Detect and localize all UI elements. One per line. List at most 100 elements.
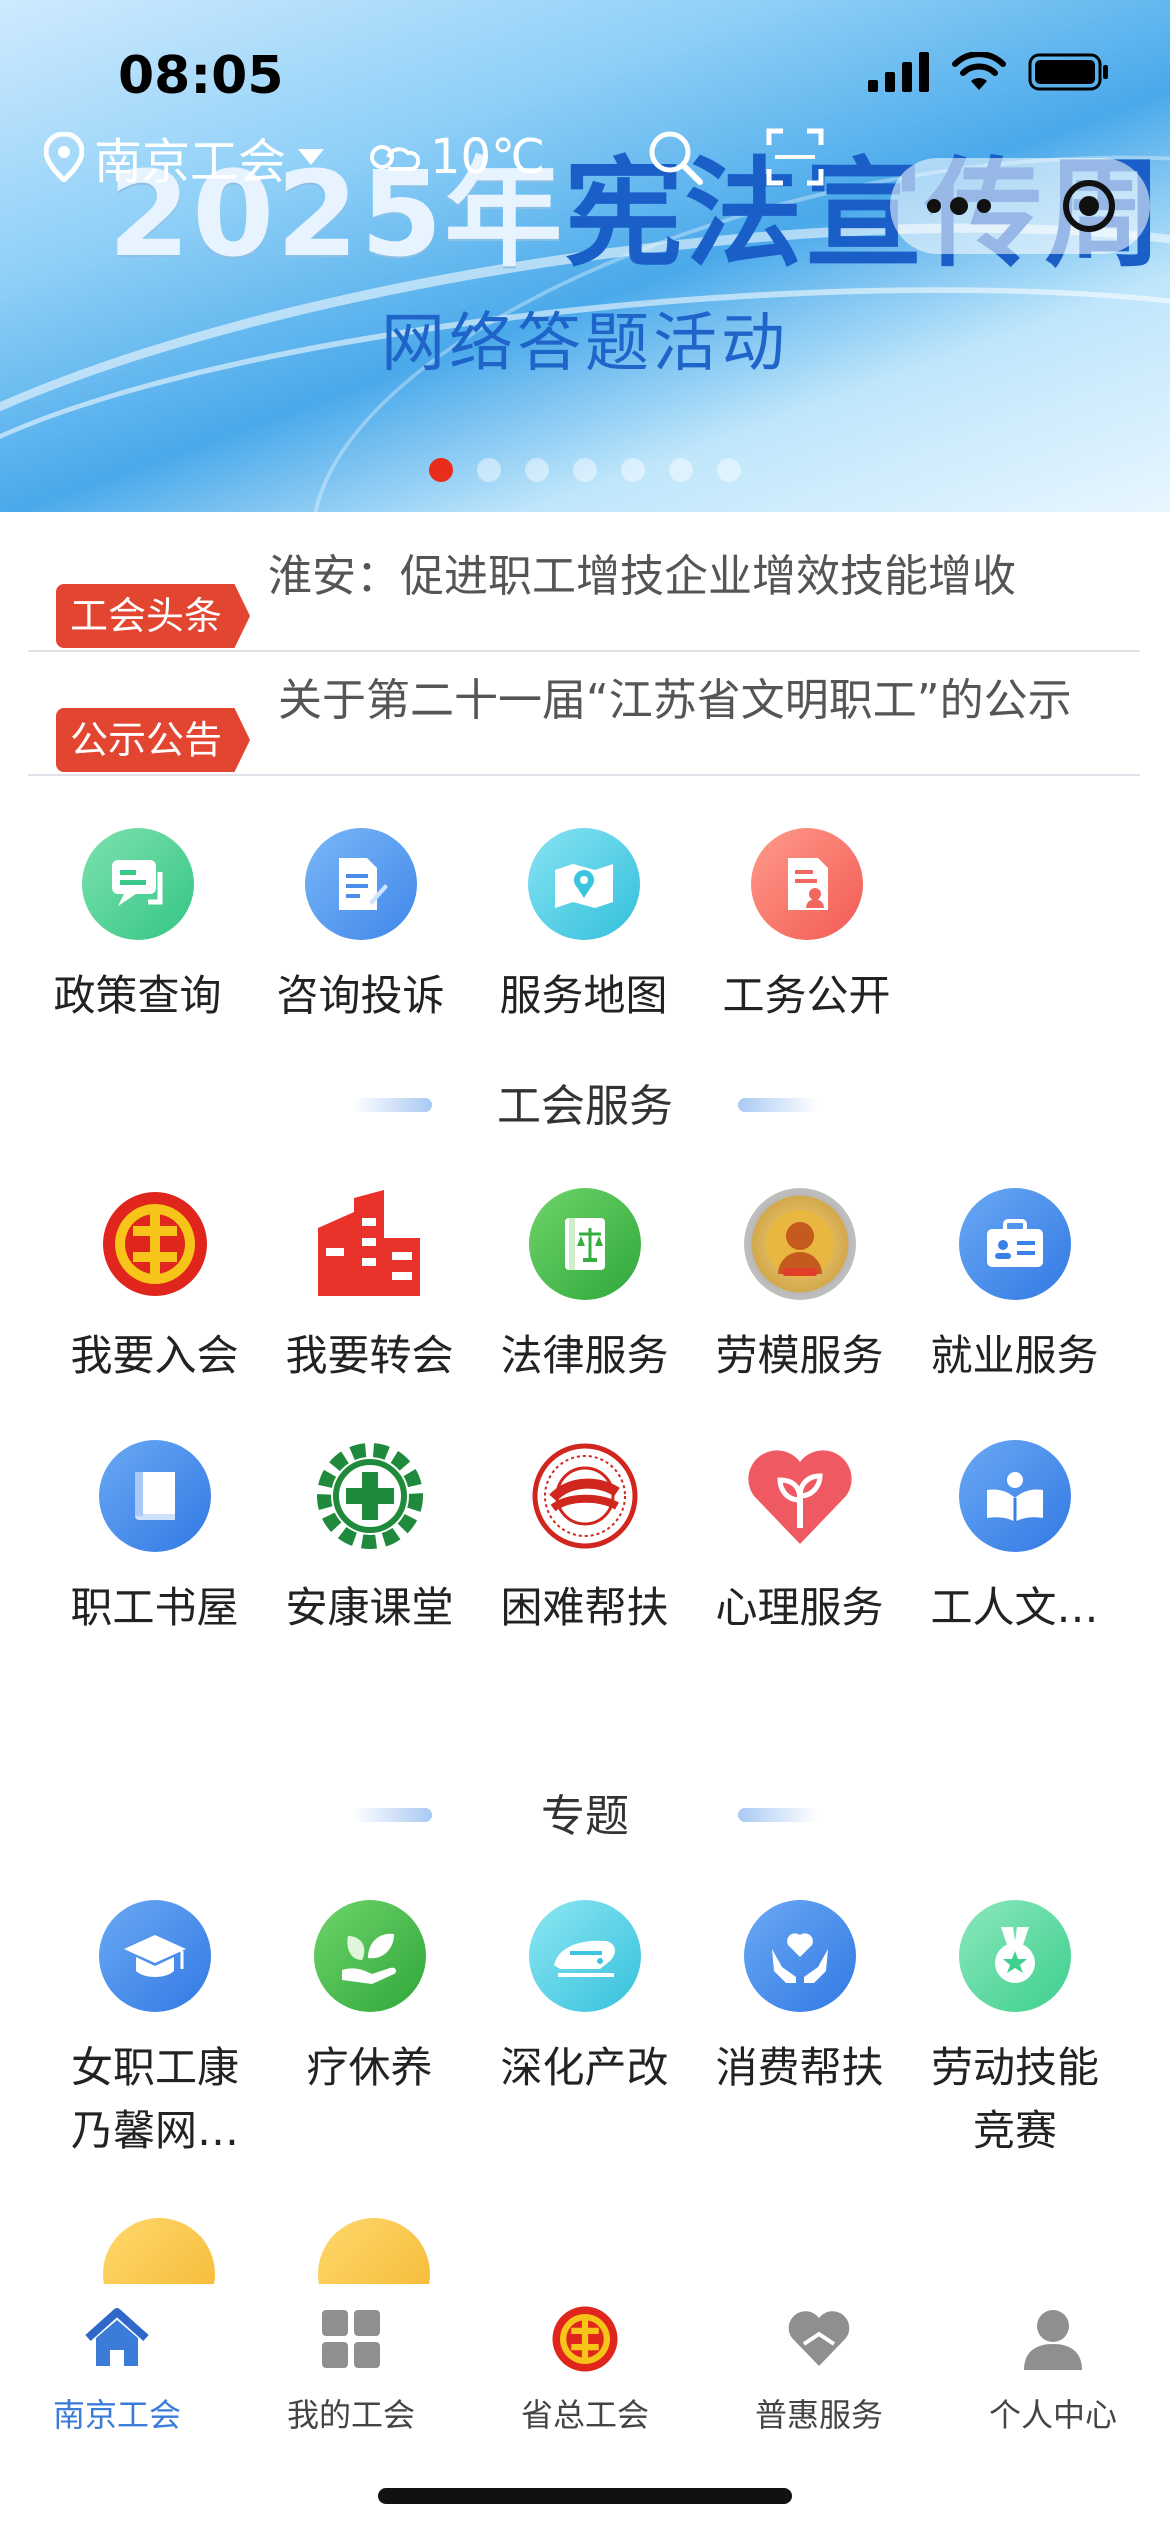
topic-consumer-aid[interactable]: 消费帮扶: [692, 1900, 907, 2099]
public-document-icon: [750, 828, 863, 940]
location-pin-icon: [44, 132, 84, 182]
news-text[interactable]: 淮安：促进职工增技企业增效技能增收: [268, 540, 1016, 604]
quick-link-public-affairs[interactable]: 工务公开: [699, 828, 914, 1027]
weather-icon: [370, 145, 421, 171]
service-label: 法律服务: [500, 1331, 669, 1380]
tab-label: 南京工会: [52, 2396, 181, 2434]
quick-link-label: 工务公开: [722, 971, 891, 1020]
close-miniapp-icon[interactable]: [1061, 178, 1117, 234]
search-icon[interactable]: [645, 127, 705, 187]
quick-link-label: 服务地图: [499, 971, 668, 1020]
banner-dot[interactable]: [621, 458, 645, 482]
service-label: 职工书屋: [70, 1583, 239, 1632]
quick-link-complaint[interactable]: 咨询投诉: [253, 828, 468, 1027]
tab-profile[interactable]: 个人中心: [936, 2304, 1170, 2436]
service-label: 就业服务: [930, 1331, 1099, 1380]
status-time: 08:05: [118, 46, 284, 106]
topic-label: 消费帮扶: [715, 2043, 884, 2092]
heart-hands-icon: [784, 2304, 854, 2374]
service-label: 我要入会: [70, 1331, 239, 1380]
topic-recuperation[interactable]: 疗休养: [262, 1900, 477, 2099]
banner-dot[interactable]: [669, 458, 693, 482]
tab-home[interactable]: 南京工会: [0, 2304, 234, 2436]
banner-dot-active[interactable]: [429, 458, 453, 482]
service-health-class[interactable]: 安康课堂: [262, 1440, 477, 1639]
news-item-headline[interactable]: 工会头条 淮安：促进职工增技企业增效技能增收: [28, 526, 1140, 652]
tab-my-union[interactable]: 我的工会: [234, 2304, 468, 2436]
battery-icon: [1028, 53, 1108, 91]
service-join-union[interactable]: 我要入会: [47, 1188, 262, 1387]
topic-skills-competition[interactable]: 劳动技能竞赛: [907, 1900, 1122, 2162]
service-worker-culture[interactable]: 工人文…: [907, 1440, 1122, 1639]
leaf-hand-icon: [313, 1900, 426, 2012]
model-worker-badge-icon: [743, 1188, 856, 1300]
grid-icon: [316, 2304, 386, 2374]
news-item-notice[interactable]: 公示公告 关于第二十一届“江苏省文明职工”的公示: [28, 650, 1140, 776]
reading-icon: [958, 1440, 1071, 1552]
service-model-worker[interactable]: 劳模服务: [692, 1188, 907, 1387]
scan-icon[interactable]: [765, 127, 825, 187]
topic-industry-reform[interactable]: 深化产改: [477, 1900, 692, 2099]
service-psychology[interactable]: 心理服务: [692, 1440, 907, 1639]
topic-female-worker[interactable]: 女职工康乃馨网…: [47, 1900, 262, 2162]
banner-dot[interactable]: [717, 458, 741, 482]
helping-hands-icon: [743, 1900, 856, 2012]
tab-label: 普惠服务: [754, 2396, 883, 2434]
section-deco-right: [738, 1098, 818, 1112]
quick-link-map[interactable]: 服务地图: [476, 828, 691, 1027]
banner-dot[interactable]: [477, 458, 501, 482]
service-transfer-union[interactable]: 我要转会: [262, 1188, 477, 1387]
banner-dot[interactable]: [525, 458, 549, 482]
service-legal[interactable]: 法律服务: [477, 1188, 692, 1387]
chevron-down-icon: [298, 149, 325, 165]
service-hardship-aid[interactable]: 困难帮扶: [477, 1440, 692, 1639]
topics-grid: 女职工康乃馨网… 疗休养 深化产改 消费帮扶 劳动技能竞赛: [0, 1900, 1170, 2160]
union-services-grid: 我要入会 我要转会 法律服务 劳模服务 就业服务 职工书屋 安康课堂 困难帮扶 …: [0, 1188, 1170, 1658]
banner-dot[interactable]: [573, 458, 597, 482]
section-title-topics: 专题: [541, 1791, 629, 1842]
location-name: 南京工会: [94, 134, 287, 190]
gear-cross-icon: [313, 1440, 426, 1552]
map-icon: [527, 828, 640, 940]
section-title-union-services: 工会服务: [497, 1081, 673, 1132]
location-bar[interactable]: 南京工会 10℃: [44, 122, 825, 192]
news-tag: 公示公告: [56, 708, 251, 772]
edit-document-icon: [304, 828, 417, 940]
service-label: 劳模服务: [715, 1331, 884, 1380]
tab-label: 我的工会: [286, 2396, 415, 2434]
heart-sprout-icon: [743, 1440, 856, 1552]
topic-label: 女职工康乃馨网…: [70, 2043, 239, 2155]
service-worker-library[interactable]: 职工书屋: [47, 1440, 262, 1639]
briefcase-icon: [958, 1188, 1071, 1300]
person-icon: [1018, 2304, 1088, 2374]
section-deco-right: [738, 1808, 818, 1822]
hero-banner[interactable]: 2025年宪法宣传周 网络答题活动 08:05 南京工会 10℃: [0, 0, 1170, 512]
news-text[interactable]: 关于第二十一届“江苏省文明职工”的公示: [278, 664, 1072, 728]
quick-link-policy[interactable]: 政策查询: [30, 828, 245, 1027]
tab-label: 个人中心: [988, 2396, 1117, 2434]
medal-icon: [958, 1900, 1071, 2012]
home-indicator[interactable]: [378, 2488, 792, 2504]
home-icon: [82, 2304, 152, 2374]
service-label: 困难帮扶: [500, 1583, 669, 1632]
chat-icon: [81, 828, 194, 940]
service-employment[interactable]: 就业服务: [907, 1188, 1122, 1387]
banner-pagination: [0, 458, 1170, 482]
quick-link-label: 政策查询: [53, 971, 222, 1020]
graduation-cap-icon: [98, 1900, 211, 2012]
train-icon: [528, 1900, 641, 2012]
service-label: 我要转会: [285, 1331, 454, 1380]
banner-subtitle: 网络答题活动: [381, 307, 789, 381]
quick-link-label: 咨询投诉: [276, 971, 445, 1020]
topic-label: 疗休养: [306, 2043, 433, 2092]
union-emblem-icon: [98, 1188, 211, 1300]
signal-icon: [868, 52, 929, 92]
tab-province-union[interactable]: 省总工会: [468, 2304, 702, 2436]
more-icon[interactable]: [924, 196, 994, 216]
bottom-tab-bar: 南京工会 我的工会 省总工会 普惠服务 个人中心: [0, 2284, 1170, 2444]
tab-benefit-services[interactable]: 普惠服务: [702, 2304, 936, 2436]
union-emblem-icon: [550, 2304, 620, 2374]
wifi-icon: [952, 52, 1006, 90]
weather-temp: 10℃: [430, 129, 545, 185]
tab-label: 省总工会: [520, 2396, 649, 2434]
